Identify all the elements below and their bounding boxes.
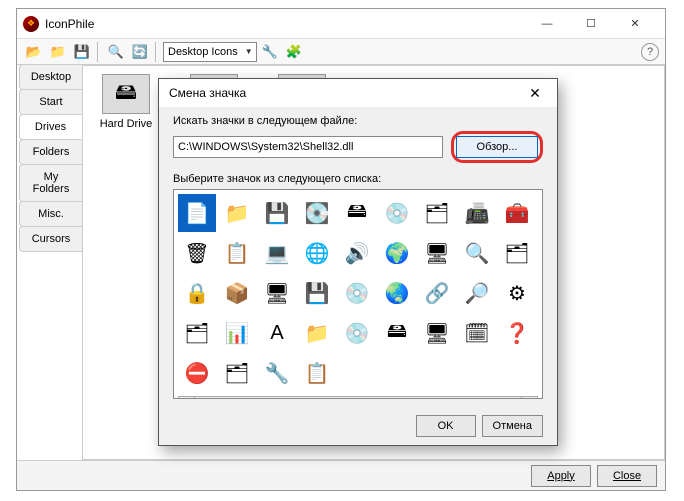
minimize-button[interactable]: — bbox=[525, 10, 569, 38]
icon-choice[interactable]: ⛔ bbox=[178, 354, 216, 392]
tool-icon-1[interactable]: 🔧 bbox=[259, 42, 281, 62]
icon-choice[interactable]: 🧰 bbox=[498, 194, 536, 232]
icon-choice[interactable]: ⚙ bbox=[498, 274, 536, 312]
icon-choice[interactable]: 🗂 bbox=[218, 354, 256, 392]
icon-choice[interactable]: 🔊 bbox=[338, 234, 376, 272]
dialog-titlebar: Смена значка ✕ bbox=[159, 79, 557, 107]
icon-path-input[interactable] bbox=[173, 136, 443, 158]
icon-choice[interactable]: 🗂 bbox=[498, 234, 536, 272]
icon-choice[interactable]: 🖴 bbox=[378, 314, 416, 352]
tab-drives[interactable]: Drives bbox=[19, 114, 82, 140]
icon-grid: 📄📁💾💽🖴💿🗂📠🧰🗑📋💻🌐🔊🌍🖥🔍🗂🔒📦🖥💾💿🌏🔗🔎⚙🗂📊A📁💿🖴🖥🗓❓⛔🗂🔧📋 bbox=[178, 194, 538, 392]
titlebar: IconPhile — ☐ ✕ bbox=[17, 9, 665, 39]
close-app-button[interactable]: Close bbox=[597, 465, 657, 487]
icon-choice[interactable]: 🌐 bbox=[298, 234, 336, 272]
icon-choice[interactable]: 📋 bbox=[218, 234, 256, 272]
icon-choice[interactable]: 🗂 bbox=[178, 314, 216, 352]
icon-choice[interactable]: 🗂 bbox=[418, 194, 456, 232]
icon-choice[interactable]: 📊 bbox=[218, 314, 256, 352]
icon-choice[interactable]: ❓ bbox=[498, 314, 536, 352]
dialog-close-button[interactable]: ✕ bbox=[519, 81, 551, 105]
icon-choice[interactable]: 🔍 bbox=[458, 234, 496, 272]
close-button[interactable]: ✕ bbox=[613, 10, 657, 38]
desktop-item-label: Hard Drive bbox=[91, 118, 161, 130]
scroll-left-icon[interactable]: ◀ bbox=[179, 397, 195, 399]
refresh-icon[interactable]: 🔄 bbox=[129, 42, 151, 62]
browse-highlight: Обзор... bbox=[451, 131, 543, 163]
tab-cursors[interactable]: Cursors bbox=[19, 226, 82, 252]
cancel-button[interactable]: Отмена bbox=[482, 415, 543, 437]
folder-up-icon[interactable]: 📁 bbox=[47, 42, 69, 62]
icon-choice[interactable]: 🔎 bbox=[458, 274, 496, 312]
icon-choice[interactable]: A bbox=[258, 314, 296, 352]
scroll-right-icon[interactable]: ▶ bbox=[521, 397, 537, 399]
drive-icon: 🖴 bbox=[102, 74, 150, 114]
icon-choice[interactable]: 🗑 bbox=[178, 234, 216, 272]
app-title: IconPhile bbox=[45, 17, 94, 31]
icon-choice[interactable]: 💿 bbox=[338, 274, 376, 312]
icon-choice[interactable]: 💿 bbox=[378, 194, 416, 232]
folder-open-icon[interactable]: 📂 bbox=[23, 42, 45, 62]
icon-choice[interactable]: 📄 bbox=[178, 194, 216, 232]
icon-choice[interactable]: 🔧 bbox=[258, 354, 296, 392]
help-icon[interactable]: ? bbox=[641, 43, 659, 61]
tab-my-folders[interactable]: My Folders bbox=[19, 164, 82, 202]
toolbar: 📂 📁 💾 🔍 🔄 Desktop Icons 🔧 🧩 ? bbox=[17, 39, 665, 65]
icon-choice[interactable]: 🖥 bbox=[258, 274, 296, 312]
icon-choice[interactable]: 📠 bbox=[458, 194, 496, 232]
icon-choice[interactable]: 💿 bbox=[338, 314, 376, 352]
icon-choice[interactable]: 📦 bbox=[218, 274, 256, 312]
icon-choice[interactable]: 📁 bbox=[218, 194, 256, 232]
tab-start[interactable]: Start bbox=[19, 89, 82, 115]
tab-desktop[interactable]: Desktop bbox=[19, 64, 82, 90]
icon-choice[interactable]: 🖥 bbox=[418, 314, 456, 352]
dialog-title: Смена значка bbox=[169, 86, 246, 100]
side-tabs: DesktopStartDrivesFoldersMy FoldersMisc.… bbox=[17, 65, 83, 460]
app-icon bbox=[23, 16, 39, 32]
save-icon[interactable]: 💾 bbox=[71, 42, 93, 62]
desktop-item[interactable]: 🖴 Hard Drive bbox=[91, 74, 161, 130]
browse-button[interactable]: Обзор... bbox=[456, 136, 538, 158]
bottom-bar: Apply Close bbox=[17, 460, 665, 490]
change-icon-dialog: Смена значка ✕ Искать значки в следующем… bbox=[158, 78, 558, 446]
icon-choice[interactable]: 📋 bbox=[298, 354, 336, 392]
category-select[interactable]: Desktop Icons bbox=[163, 42, 257, 62]
icon-choice[interactable]: 🔗 bbox=[418, 274, 456, 312]
list-label: Выберите значок из следующего списка: bbox=[173, 173, 543, 185]
icon-choice[interactable]: 🌏 bbox=[378, 274, 416, 312]
apply-button[interactable]: Apply bbox=[531, 465, 591, 487]
horizontal-scrollbar[interactable]: ◀ ▶ bbox=[178, 396, 538, 399]
maximize-button[interactable]: ☐ bbox=[569, 10, 613, 38]
icon-choice[interactable]: 💾 bbox=[258, 194, 296, 232]
search-icon[interactable]: 🔍 bbox=[105, 42, 127, 62]
icon-choice[interactable]: 💽 bbox=[298, 194, 336, 232]
tool-icon-2[interactable]: 🧩 bbox=[283, 42, 305, 62]
icon-choice[interactable]: 🌍 bbox=[378, 234, 416, 272]
icon-list-box: 📄📁💾💽🖴💿🗂📠🧰🗑📋💻🌐🔊🌍🖥🔍🗂🔒📦🖥💾💿🌏🔗🔎⚙🗂📊A📁💿🖴🖥🗓❓⛔🗂🔧📋… bbox=[173, 189, 543, 399]
icon-choice[interactable]: 🖴 bbox=[338, 194, 376, 232]
category-select-label: Desktop Icons bbox=[168, 46, 238, 58]
path-label: Искать значки в следующем файле: bbox=[173, 115, 543, 127]
tab-misc-[interactable]: Misc. bbox=[19, 201, 82, 227]
icon-choice[interactable]: 🔒 bbox=[178, 274, 216, 312]
icon-choice[interactable]: 📁 bbox=[298, 314, 336, 352]
icon-choice[interactable]: 💾 bbox=[298, 274, 336, 312]
icon-choice[interactable]: 🗓 bbox=[458, 314, 496, 352]
tab-folders[interactable]: Folders bbox=[19, 139, 82, 165]
icon-choice[interactable]: 🖥 bbox=[418, 234, 456, 272]
ok-button[interactable]: OK bbox=[416, 415, 476, 437]
icon-choice[interactable]: 💻 bbox=[258, 234, 296, 272]
